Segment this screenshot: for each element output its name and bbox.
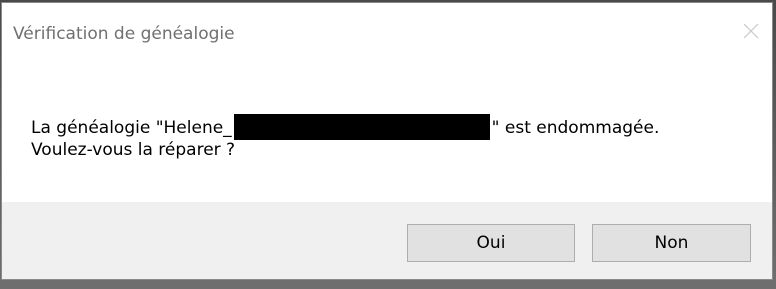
dialog-title: Vérification de généalogie <box>13 24 235 44</box>
no-button[interactable]: Non <box>592 224 751 262</box>
dialog-content: La généalogie "Helene_ " est endommagée. … <box>2 61 772 202</box>
close-button[interactable] <box>736 17 766 45</box>
message-dialog: Vérification de généalogie La généalogie… <box>1 2 773 280</box>
message-suffix: " est endommagée. <box>491 118 660 138</box>
close-icon <box>742 22 760 40</box>
dialog-message: La généalogie "Helene_ " est endommagée. … <box>31 114 659 161</box>
message-prefix: La généalogie "Helene_ <box>31 118 232 138</box>
yes-button[interactable]: Oui <box>407 224 575 262</box>
message-line-1: La généalogie "Helene_ " est endommagée. <box>31 114 659 140</box>
dialog-titlebar: Vérification de généalogie <box>2 3 772 61</box>
redacted-name-block <box>233 114 490 140</box>
dialog-button-bar: Oui Non <box>2 202 772 279</box>
message-line-2: Voulez-vous la réparer ? <box>31 140 236 160</box>
